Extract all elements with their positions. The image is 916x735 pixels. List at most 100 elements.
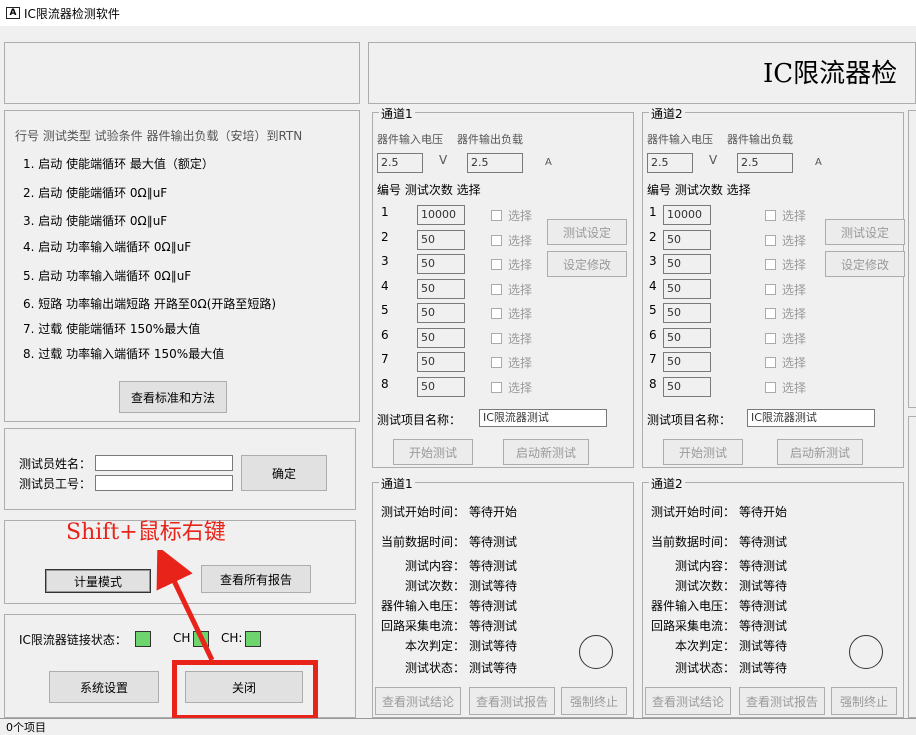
checkbox-label: 选择 [508,282,533,297]
start-test-button[interactable]: 开始测试 [663,439,743,465]
voltage-input[interactable]: 2.5 [377,153,423,173]
select-checkbox[interactable]: 选择 [491,305,532,322]
output-load-label: 器件输出负载 [457,133,523,146]
setup-modify-button[interactable]: 设定修改 [547,251,627,277]
status-value: 测试等待 [469,661,518,675]
title-bar: A IC限流器检测软件 [0,0,916,26]
system-settings-button[interactable]: 系统设置 [49,671,159,703]
checkbox-box [491,357,502,368]
status-value: 等待测试 [469,535,518,549]
test-count-input[interactable]: 50 [417,327,465,348]
status-value: 等待测试 [469,619,518,633]
test-count-input[interactable]: 50 [417,278,465,299]
test-count-input[interactable]: 50 [663,352,711,372]
select-checkbox[interactable]: 选择 [765,354,806,371]
test-count-input[interactable]: 50 [663,278,711,299]
start-test-button[interactable]: 开始测试 [393,439,473,465]
item-name-input[interactable]: IC限流器测试 [479,409,607,427]
select-checkbox[interactable]: 选择 [765,232,806,249]
test-count-input[interactable]: 50 [417,229,465,250]
load-input[interactable]: 2.5 [467,153,523,173]
select-checkbox[interactable]: 选择 [491,232,532,249]
status-value: 测试等待 [469,579,518,593]
test-count-input[interactable]: 50 [417,352,465,372]
restart-test-button[interactable]: 启动新测试 [777,439,863,465]
select-checkbox[interactable]: 选择 [765,305,806,322]
confirm-button[interactable]: 确定 [241,455,327,491]
tester-name-label: 测试员姓名： [19,457,92,471]
setup-modify-button[interactable]: 设定修改 [825,251,905,277]
status-value: 等待开始 [739,505,788,519]
test-list-row: 7. 过载 使能端循环 150%最大值 [23,322,201,336]
select-checkbox[interactable]: 选择 [491,379,532,396]
status-label: 本次判定： [404,639,465,653]
checkbox-box [765,259,776,270]
status-title: 通道1 [379,475,415,492]
test-count-input[interactable]: 50 [663,229,711,250]
voltage-unit: V [439,153,448,167]
window-title: IC限流器检测软件 [24,6,120,21]
checkbox-label: 选择 [782,307,807,321]
checkbox-label: 选择 [782,258,807,272]
load-unit: A [545,157,552,168]
annotation-arrow [156,550,215,662]
status-value: 等待测试 [739,619,788,633]
result-indicator-circle [579,635,613,669]
voltage-input[interactable]: 2.5 [647,153,693,173]
restart-test-button[interactable]: 启动新测试 [503,439,589,465]
row-number: 5 [381,303,389,317]
test-count-input[interactable]: 50 [663,327,711,348]
select-checkbox[interactable]: 选择 [491,256,532,273]
status-label: 当前数据时间： [650,535,735,549]
test-count-input[interactable]: 10000 [663,205,711,225]
status-label: 测试内容： [674,559,735,573]
select-checkbox[interactable]: 选择 [491,207,532,224]
row-number: 1 [381,205,389,219]
load-unit: A [815,157,822,168]
status-label: 测试状态： [674,661,735,675]
status-value: 测试等待 [739,639,788,653]
test-count-input[interactable]: 50 [663,376,711,397]
tester-name-input[interactable] [95,455,233,471]
view-standards-button[interactable]: 查看标准和方法 [119,381,227,413]
test-setup-button[interactable]: 测试设定 [825,219,905,245]
test-count-input[interactable]: 50 [663,254,711,274]
status-label: 测试开始时间： [380,505,465,519]
item-name-input[interactable]: IC限流器测试 [747,409,875,427]
test-count-input[interactable]: 10000 [417,205,465,225]
test-count-input[interactable]: 50 [417,303,465,323]
row-number: 1 [649,205,657,219]
view-report-button[interactable]: 查看测试报告 [739,687,825,715]
test-count-input[interactable]: 50 [417,254,465,274]
test-count-input[interactable]: 50 [663,303,711,323]
checkbox-box [491,308,502,319]
force-stop-button[interactable]: 强制终止 [561,687,627,715]
select-checkbox[interactable]: 选择 [491,330,532,347]
status-value: 等待开始 [469,505,518,519]
select-checkbox[interactable]: 选择 [491,281,532,298]
select-checkbox[interactable]: 选择 [765,330,806,347]
view-conclusion-button[interactable]: 查看测试结论 [645,687,731,715]
row-number: 2 [381,229,389,244]
view-conclusion-button[interactable]: 查看测试结论 [375,687,461,715]
force-stop-button[interactable]: 强制终止 [831,687,897,715]
select-checkbox[interactable]: 选择 [491,354,532,371]
view-report-button[interactable]: 查看测试报告 [469,687,555,715]
test-list-row: 8. 过载 功率输入端循环 150%最大值 [23,347,225,361]
select-checkbox[interactable]: 选择 [765,281,806,298]
checkbox-box [765,234,776,246]
select-checkbox[interactable]: 选择 [765,379,806,396]
checkbox-label: 选择 [508,209,533,223]
tester-id-input[interactable] [95,475,233,491]
load-input[interactable]: 2.5 [737,153,793,173]
test-setup-button[interactable]: 测试设定 [547,219,627,245]
test-list-header: 行号 测试类型 试验条件 器件输出负载（安培）到RTN [15,129,303,143]
test-count-input[interactable]: 50 [417,376,465,397]
checkbox-label: 选择 [508,233,533,248]
checkbox-label: 选择 [782,233,807,248]
select-checkbox[interactable]: 选择 [765,207,806,224]
tester-panel: 测试员姓名： 测试员工号： 确定 [4,428,356,510]
metering-mode-button[interactable]: 计量模式 [45,569,151,593]
test-list-row: 3. 启动 使能端循环 0Ω∥uF [23,214,168,228]
select-checkbox[interactable]: 选择 [765,256,806,273]
